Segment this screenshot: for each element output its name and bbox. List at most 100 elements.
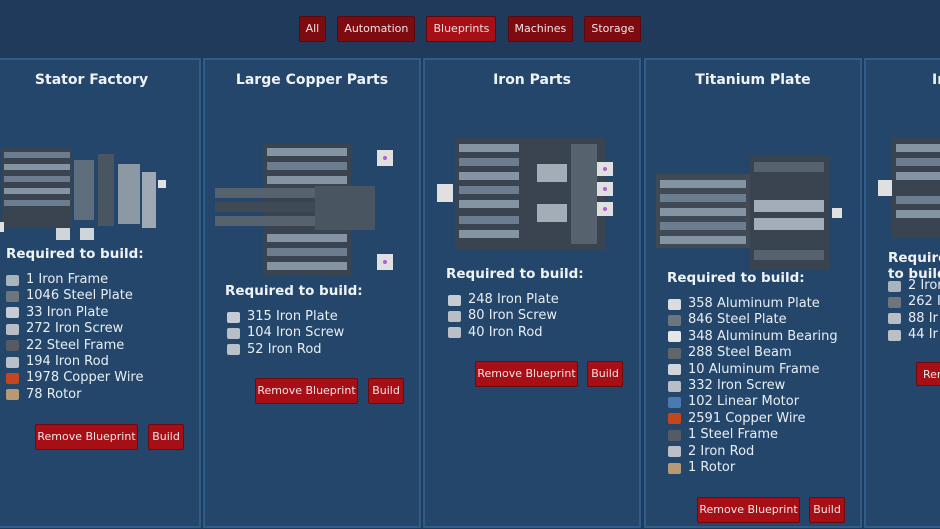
rotor-icon	[668, 462, 681, 474]
list-item: 1 Steel Frame	[668, 427, 838, 443]
list-item: 194 Iron Rod	[6, 354, 143, 370]
iron-screw-icon	[227, 328, 240, 340]
material-qty: 44	[908, 327, 925, 343]
list-item: 1 Rotor	[668, 460, 838, 476]
card-title: Large Copper Parts	[235, 72, 389, 88]
filter-blueprints-button[interactable]: Blueprints	[426, 16, 497, 42]
list-item: 22 Steel Frame	[6, 338, 143, 354]
remove-blueprint-button[interactable]: Remove Blueprint	[35, 424, 138, 450]
material-qty: 288	[688, 345, 713, 361]
material-qty: 102	[688, 394, 713, 410]
list-item: 288 Steel Beam	[668, 345, 838, 361]
material-qty: 248	[468, 292, 493, 307]
material-name: Iron Rod	[267, 341, 322, 357]
material-name: Iron Rod	[700, 443, 755, 459]
required-heading: Required to build:	[667, 270, 805, 286]
blueprint-card-partial: Ir Required to build: 2 Iror 262 I 88 Ir…	[864, 58, 940, 528]
rotor-icon	[6, 389, 19, 401]
material-qty: 315	[247, 309, 272, 324]
aluminum-plate-icon	[668, 298, 681, 310]
blueprint-thumbnail	[878, 138, 940, 238]
list-item: 52 Iron Rod	[227, 342, 344, 358]
material-qty: 2	[908, 278, 917, 293]
list-item: 2591 Copper Wire	[668, 411, 838, 427]
list-item: 44 Ir	[888, 327, 940, 343]
material-name: Iron Plate	[275, 309, 338, 324]
material-name: Steel Frame	[46, 337, 125, 353]
card-title: Iron Parts	[493, 72, 571, 88]
list-item: 1978 Copper Wire	[6, 370, 143, 386]
build-button[interactable]: Build	[148, 424, 184, 450]
iron-rod-icon	[888, 329, 901, 341]
material-name: Steel Beam	[716, 345, 792, 361]
material-list: 358 Aluminum Plate 846 Steel Plate 348 A…	[668, 296, 838, 476]
material-qty: 1046	[26, 288, 60, 304]
steel-plate-icon	[6, 291, 19, 303]
iron-plate-icon	[448, 294, 461, 306]
material-name: Iron Screw	[488, 308, 557, 324]
build-button[interactable]: Build	[368, 378, 404, 404]
remove-blueprint-button[interactable]: Remove Blueprint	[697, 497, 800, 523]
aluminum-bearing-icon	[668, 331, 681, 343]
material-qty: 846	[688, 312, 713, 328]
blueprint-card-stator-factory: Stator Factory Required to build: 1 Iron…	[0, 58, 201, 528]
build-button[interactable]: Build	[587, 361, 623, 387]
iron-plate-icon	[6, 307, 19, 319]
list-item: 2 Iron Rod	[668, 444, 838, 460]
material-name: Copper Wire	[725, 410, 806, 426]
blueprint-thumbnail	[215, 144, 393, 276]
list-item: 33 Iron Plate	[6, 305, 143, 321]
material-name: Iron Rod	[54, 353, 109, 369]
material-name: Iron Plate	[46, 304, 109, 320]
material-name: Linear Motor	[716, 394, 800, 410]
steel-plate-icon	[668, 315, 681, 327]
material-qty: 332	[688, 377, 713, 393]
card-title: Titanium Plate	[695, 72, 811, 88]
iron-rod-icon	[227, 344, 240, 356]
material-name: Aluminum Bearing	[716, 328, 838, 344]
card-title: Stator Factory	[34, 72, 149, 88]
material-name: Iror	[920, 278, 940, 293]
build-button[interactable]: Build	[809, 497, 845, 523]
list-item: 332 Iron Screw	[668, 378, 838, 394]
material-qty: 40	[468, 324, 485, 340]
material-qty: 272	[26, 321, 51, 337]
remove-blueprint-button[interactable]: Remove Blueprint	[255, 378, 358, 404]
aluminum-frame-icon	[668, 364, 681, 376]
linear-motor-icon	[668, 397, 681, 409]
filter-all-button[interactable]: All	[298, 16, 327, 42]
remove-blueprint-button[interactable]: Remove Blueprint	[475, 361, 578, 387]
material-qty: 2591	[688, 410, 722, 426]
material-name: Steel Plate	[63, 288, 133, 304]
material-name: Iron Plate	[496, 292, 559, 307]
list-item: 10 Aluminum Frame	[668, 362, 838, 378]
list-item: 102 Linear Motor	[668, 394, 838, 410]
material-name: Aluminum Frame	[708, 361, 820, 377]
list-item: 88 Ir	[888, 311, 940, 327]
steel-plate-icon	[888, 297, 901, 309]
list-item: 248 Iron Plate	[448, 292, 559, 308]
filter-automation-button[interactable]: Automation	[337, 16, 416, 42]
filter-machines-button[interactable]: Machines	[507, 16, 574, 42]
material-qty: 194	[26, 353, 51, 369]
iron-rod-icon	[668, 446, 681, 458]
material-qty: 1	[688, 427, 697, 443]
iron-plate-icon	[227, 311, 240, 323]
material-name: Ir	[928, 327, 938, 343]
list-item: 358 Aluminum Plate	[668, 296, 838, 312]
steel-beam-icon	[668, 347, 681, 359]
remove-blueprint-button[interactable]: Remove Blueprint	[916, 362, 940, 386]
material-list: 1 Iron Frame 1046 Steel Plate 33 Iron Pl…	[6, 272, 143, 403]
material-name: Copper Wire	[63, 370, 144, 386]
blueprint-thumbnail	[0, 148, 166, 240]
required-heading: Required to build:	[6, 246, 144, 262]
filter-storage-button[interactable]: Storage	[584, 16, 642, 42]
material-qty: 52	[247, 341, 264, 357]
material-name: Iron Screw	[716, 377, 786, 393]
material-name: Rotor	[700, 459, 736, 475]
material-qty: 1	[688, 459, 697, 475]
blueprint-thumbnail	[437, 138, 613, 250]
list-item: 272 Iron Screw	[6, 321, 143, 337]
list-item: 80 Iron Screw	[448, 308, 559, 324]
material-qty: 104	[247, 325, 272, 341]
